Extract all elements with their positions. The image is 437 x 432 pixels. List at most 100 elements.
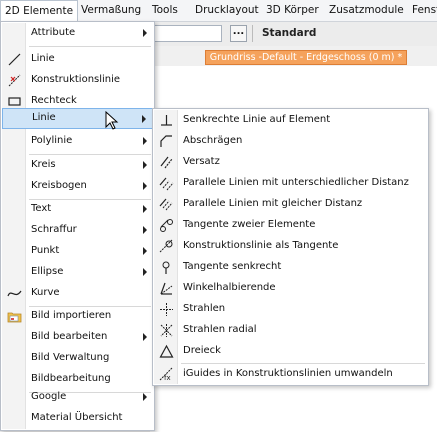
- submenu-item-strahlen-radial[interactable]: Strahlen radial: [154, 320, 427, 341]
- menu-item-linie-submenu[interactable]: Linie: [2, 108, 153, 129]
- construction-tangent-icon: [159, 239, 173, 253]
- browse-button[interactable]: ...: [230, 25, 247, 42]
- submenu-item-iguides-umwandeln[interactable]: fx iGuides in Konstruktionslinien umwand…: [154, 364, 427, 385]
- menu-vermassung[interactable]: Vermaßung: [77, 0, 145, 21]
- menu-item-google[interactable]: Google: [2, 387, 153, 408]
- submenu-item-tangente-senkrecht[interactable]: Tangente senkrecht: [154, 257, 427, 278]
- submenu-arrow-icon: [143, 137, 147, 145]
- menu-item-label: Attribute: [31, 27, 76, 38]
- submenu-arrow-icon: [143, 182, 147, 190]
- menu-item-label: Polylinie: [31, 135, 73, 146]
- submenu-arrow-icon: [143, 393, 147, 401]
- menu-item-label: Schraffur: [31, 224, 77, 235]
- submenu-item-versatz[interactable]: Versatz: [154, 152, 427, 173]
- submenu-arrow-icon: [143, 247, 147, 255]
- menu-item-label: Konstruktionslinie als Tangente: [183, 240, 339, 251]
- menu-tools[interactable]: Tools: [148, 0, 182, 21]
- menu-item-bild-bearbeiten[interactable]: Bild bearbeiten: [2, 327, 153, 348]
- menu-item-label: Material Übersicht: [31, 412, 123, 423]
- submenu-arrow-icon: [142, 115, 146, 123]
- menu-item-kurve[interactable]: Kurve: [2, 283, 153, 304]
- menu-item-label: Linie: [32, 112, 56, 123]
- menu-item-label: Senkrechte Linie auf Element: [183, 114, 331, 125]
- line-icon: [8, 53, 21, 66]
- parallel-lines-variable-icon: [159, 177, 174, 191]
- submenu-arrow-icon: [143, 333, 147, 341]
- menu-item-label: Dreieck: [183, 345, 221, 356]
- menu-item-polylinie[interactable]: Polylinie: [2, 131, 153, 152]
- menu-drucklayout[interactable]: Drucklayout: [191, 0, 263, 21]
- menu-item-label: Tangente senkrecht: [183, 261, 282, 272]
- submenu-item-winkelhalbierende[interactable]: Winkelhalbierende: [154, 278, 427, 299]
- menu-item-label: Linie: [31, 53, 55, 64]
- rays-icon: [160, 303, 173, 316]
- rectangle-icon: [8, 97, 21, 106]
- menu-item-kreisbogen[interactable]: Kreisbogen: [2, 176, 153, 197]
- menu-item-ellipse[interactable]: Ellipse: [2, 262, 153, 283]
- menu-item-label: Strahlen radial: [183, 324, 257, 335]
- menu-2d-elemente-dropdown: Attribute Linie Konstruktionslinie Recht…: [0, 21, 155, 431]
- menu-item-label: Bild bearbeiten: [31, 331, 108, 342]
- menu-item-label: Konstruktionslinie: [31, 74, 121, 85]
- separator: [29, 46, 151, 47]
- menu-item-label: Parallele Linien mit unterschiedlicher D…: [183, 177, 409, 188]
- submenu-item-dreieck[interactable]: Dreieck: [154, 341, 427, 362]
- parallel-lines-equal-icon: [159, 198, 173, 211]
- standard-label: Standard: [262, 27, 317, 39]
- submenu-item-abschraegen[interactable]: Abschrägen: [154, 131, 427, 152]
- menu-item-attribute[interactable]: Attribute: [2, 23, 153, 44]
- submenu-item-tangente-zweier[interactable]: Tangente zweier Elemente: [154, 215, 427, 236]
- submenu-arrow-icon: [143, 226, 147, 234]
- submenu-arrow-icon: [143, 205, 147, 213]
- menu-item-label: Versatz: [183, 156, 220, 167]
- submenu-arrow-icon: [143, 29, 147, 37]
- menu-item-material-uebersicht[interactable]: Material Übersicht: [2, 408, 153, 429]
- menu-3d-koerper[interactable]: 3D Körper: [262, 0, 323, 21]
- triangle-icon: [159, 344, 174, 358]
- menu-item-label: Bild Verwaltung: [31, 352, 110, 363]
- perpendicular-icon: [161, 115, 172, 126]
- svg-text:fx: fx: [164, 374, 171, 382]
- menubar: 2D Elemente Vermaßung Tools Drucklayout …: [0, 0, 437, 22]
- menu-item-konstruktionslinie[interactable]: Konstruktionslinie: [2, 70, 153, 91]
- offset-icon: [160, 156, 173, 169]
- menu-item-punkt[interactable]: Punkt: [2, 241, 153, 262]
- submenu-item-parallele-gleich[interactable]: Parallele Linien mit gleicher Distanz: [154, 194, 427, 215]
- menu-item-label: Text: [31, 203, 52, 214]
- linie-submenu: Senkrechte Linie auf Element Abschrägen …: [152, 108, 429, 386]
- menu-item-label: Ellipse: [31, 266, 64, 277]
- menu-item-label: Kurve: [31, 287, 60, 298]
- menu-2d-elemente[interactable]: 2D Elemente: [0, 0, 79, 21]
- menu-item-label: iGuides in Konstruktionslinien umwandeln: [183, 368, 393, 379]
- toolbar-separator: [252, 25, 253, 42]
- submenu-item-strahlen[interactable]: Strahlen: [154, 299, 427, 320]
- menu-item-label: Google: [31, 391, 67, 402]
- submenu-item-konstruktionslinie-tangente[interactable]: Konstruktionslinie als Tangente: [154, 236, 427, 257]
- menu-zusatzmodule[interactable]: Zusatzmodule: [325, 0, 408, 21]
- submenu-item-parallele-unterschiedlich[interactable]: Parallele Linien mit unterschiedlicher D…: [154, 173, 427, 194]
- tangent-perpendicular-icon: [162, 261, 170, 274]
- menu-item-kreis[interactable]: Kreis: [2, 155, 153, 176]
- menu-item-label: Abschrägen: [183, 135, 243, 146]
- menu-item-label: Rechteck: [31, 95, 77, 106]
- menu-item-text[interactable]: Text: [2, 199, 153, 220]
- import-image-icon: [7, 312, 22, 323]
- menu-item-label: Tangente zweier Elemente: [183, 219, 316, 230]
- menu-item-linie[interactable]: Linie: [2, 49, 153, 70]
- menu-item-bild-verwaltung[interactable]: Bild Verwaltung: [2, 348, 153, 369]
- menu-item-label: Strahlen: [183, 303, 226, 314]
- radial-rays-icon: [160, 324, 173, 337]
- menu-item-bild-importieren[interactable]: Bild importieren: [2, 306, 153, 327]
- menu-fenster[interactable]: Fenst: [408, 0, 437, 21]
- submenu-item-senkrechte-linie[interactable]: Senkrechte Linie auf Element: [154, 110, 427, 131]
- menu-item-label: Winkelhalbierende: [183, 282, 276, 293]
- document-tab[interactable]: Grundriss -Default - Erdgeschoss (0 m) *: [205, 50, 407, 65]
- menu-item-schraffur[interactable]: Schraffur: [2, 220, 153, 241]
- menu-item-label: Parallele Linien mit gleicher Distanz: [183, 198, 363, 209]
- angle-bisector-icon: [160, 282, 173, 295]
- mouse-cursor-icon: [105, 111, 119, 130]
- curve-icon: [7, 290, 22, 297]
- menu-item-label: Kreis: [31, 159, 56, 170]
- toolbar-input[interactable]: [150, 25, 222, 42]
- chamfer-icon: [160, 135, 172, 147]
